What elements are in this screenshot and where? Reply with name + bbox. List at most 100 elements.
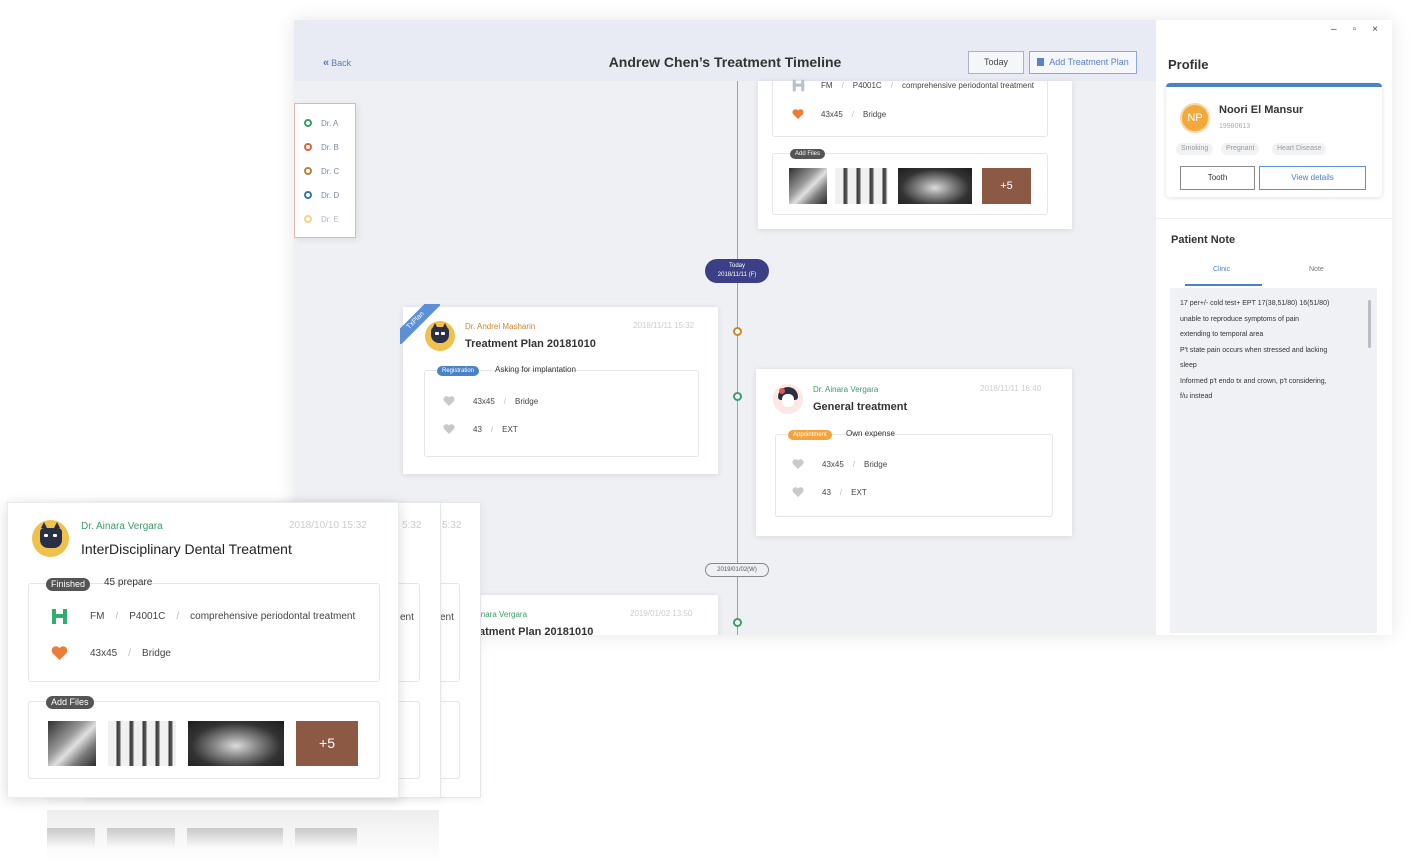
tooth-number: 43 <box>822 488 831 497</box>
procedure-type: Bridge <box>515 397 539 406</box>
procedure-desc: comprehensive periodontal treatment <box>901 81 1035 90</box>
legend-label: Dr. D <box>321 191 340 200</box>
procedure-type: Bridge <box>142 648 171 659</box>
patient-note-heading: Patient Note <box>1171 234 1236 246</box>
view-details-button[interactable]: View details <box>1259 166 1366 190</box>
add-files-badge[interactable]: Add Files <box>46 696 94 709</box>
document-icon <box>1037 58 1045 66</box>
heart-icon <box>792 487 804 497</box>
procedure-code: FM <box>90 611 105 622</box>
profile-panel: – ▫ × Profile NP Noori El Mansur 19980613 … <box>1156 20 1392 635</box>
tooth-range: 43x45 <box>90 648 118 659</box>
more-files-thumbnail[interactable]: +5 <box>296 721 358 766</box>
doctor-avatar <box>425 321 455 351</box>
procedure-box: Appointment Own expense 43x45/Bridge 43/… <box>775 429 1053 517</box>
circle-icon <box>304 143 312 151</box>
legend-label: Dr. E <box>321 215 339 224</box>
tooth-number: 43 <box>473 425 482 434</box>
minimize-icon[interactable]: – <box>1331 24 1337 35</box>
today-marker: Today 2018/11/11 (F) <box>705 259 769 283</box>
more-files-thumbnail[interactable]: +5 <box>982 168 1031 204</box>
tag-description: Asking for implantation <box>495 365 576 374</box>
files-box: Add Files +5 <box>772 149 1048 215</box>
note-scrollbar[interactable] <box>1368 300 1371 348</box>
general-treatment-card[interactable]: Dr. Ainara Vergara 2018/11/11 16:40 Gene… <box>756 369 1072 536</box>
tooth-icon <box>792 79 805 92</box>
legend-label: Dr. B <box>321 143 339 152</box>
close-icon[interactable]: × <box>1372 24 1378 35</box>
timeline-node[interactable] <box>733 392 742 401</box>
card-reflection <box>47 810 439 862</box>
xray-thumbnail[interactable] <box>48 721 96 766</box>
today-button[interactable]: Today <box>968 51 1024 74</box>
doctor-avatar <box>773 384 803 414</box>
procedure-row: 43/EXT <box>822 488 867 497</box>
timeline-axis <box>737 81 738 635</box>
legend-item-dr-b[interactable]: Dr. B <box>304 143 339 152</box>
panoramic-xray-thumbnail[interactable] <box>188 721 284 766</box>
circle-icon <box>304 191 312 199</box>
tooth-range: 43x45 <box>821 110 843 119</box>
active-tab-indicator <box>1185 284 1262 286</box>
tab-note[interactable]: Note <box>1309 266 1324 273</box>
heart-icon <box>443 424 455 434</box>
doctor-legend: Dr. A Dr. B Dr. C Dr. D Dr. E <box>294 103 356 238</box>
doctor-name: inara Vergara <box>479 610 528 619</box>
card-title: Treatment Plan 20181010 <box>465 338 596 350</box>
ghost-text: ent <box>400 612 414 623</box>
circle-icon <box>304 167 312 175</box>
tag-description: Own expense <box>846 429 895 438</box>
procedure-row: 43x45/Bridge <box>822 460 888 469</box>
doctor-name: Dr. Andrei Masharin <box>465 322 536 331</box>
legend-item-dr-d[interactable]: Dr. D <box>304 191 339 200</box>
add-treatment-plan-button[interactable]: Add Treatment Plan <box>1029 51 1137 74</box>
xray-thumbnail[interactable] <box>789 168 827 204</box>
patient-name: Noori El Mansur <box>1219 104 1304 116</box>
xray-thumbnail[interactable] <box>835 168 888 204</box>
today-marker-label: Today <box>728 263 745 269</box>
patient-avatar: NP <box>1182 105 1208 131</box>
legend-item-dr-e[interactable]: Dr. E <box>304 215 339 224</box>
panoramic-xray-thumbnail[interactable] <box>898 168 972 204</box>
timeline-node[interactable] <box>733 327 742 336</box>
finished-tag: Finished <box>46 578 91 591</box>
add-files-badge[interactable]: Add Files <box>790 149 826 159</box>
condition-tag: Pregnant <box>1221 143 1260 155</box>
registration-tag: Registration <box>437 366 480 376</box>
legend-item-dr-a[interactable]: Dr. A <box>304 119 338 128</box>
header-bar: «Back Andrew Chen’s Treatment Timeline T… <box>294 20 1156 81</box>
doctor-name: Dr. Ainara Vergara <box>81 521 163 532</box>
condition-tag: Smoking <box>1176 143 1214 155</box>
tab-clinic[interactable]: Clinic <box>1213 266 1230 273</box>
procedure-type: EXT <box>851 488 867 497</box>
tooth-button[interactable]: Tooth <box>1180 166 1255 190</box>
circle-icon <box>304 119 312 127</box>
ghost-text: ent <box>440 612 454 623</box>
procedure-row: FM / P4001C / comprehensive periodontal trea… <box>821 81 1035 90</box>
date-marker: 2019/01/02(W) <box>705 563 769 577</box>
heart-icon <box>51 646 68 660</box>
note-content-box[interactable]: 17 per+/- cold test+ EPT 17(38,51/80) 16… <box>1170 288 1377 633</box>
card-timestamp: 2019/01/02 13:50 <box>630 609 693 618</box>
window-controls: – ▫ × <box>1315 24 1378 35</box>
today-marker-date: 2018/11/11 (F) <box>717 272 757 278</box>
legend-item-dr-c[interactable]: Dr. C <box>304 167 339 176</box>
heart-icon <box>792 109 804 119</box>
treatment-card-bottom[interactable]: inara Vergara 2019/01/02 13:50 atment Pl… <box>444 595 718 635</box>
procedure-type: Bridge <box>864 460 888 469</box>
treatment-card-enlarged[interactable]: Dr. Ainara Vergara 2018/10/10 15:32 Inte… <box>7 502 399 798</box>
patient-id: 19980613 <box>1219 123 1251 130</box>
divider <box>1156 218 1392 219</box>
doctor-avatar <box>32 520 69 557</box>
procedure-box: Finished 45 prepare FM / P4001C / comprehens… <box>28 577 380 682</box>
procedure-row: FM / P4001C / comprehensive periodontal trea… <box>90 611 356 622</box>
timeline-node[interactable] <box>733 618 742 627</box>
card-title: General treatment <box>813 401 908 413</box>
treatment-card-top[interactable]: FM / P4001C / comprehensive periodontal trea… <box>758 79 1072 229</box>
procedure-id: P4001C <box>129 611 166 622</box>
tooth-range: 43x45 <box>822 460 844 469</box>
maximize-icon[interactable]: ▫ <box>1353 24 1357 35</box>
treatment-plan-card[interactable]: TxPlan Dr. Andrei Masharin 2018/11/11 15… <box>400 304 718 474</box>
xray-thumbnail[interactable] <box>108 721 176 766</box>
ghost-timestamp: 5:32 <box>402 520 422 531</box>
